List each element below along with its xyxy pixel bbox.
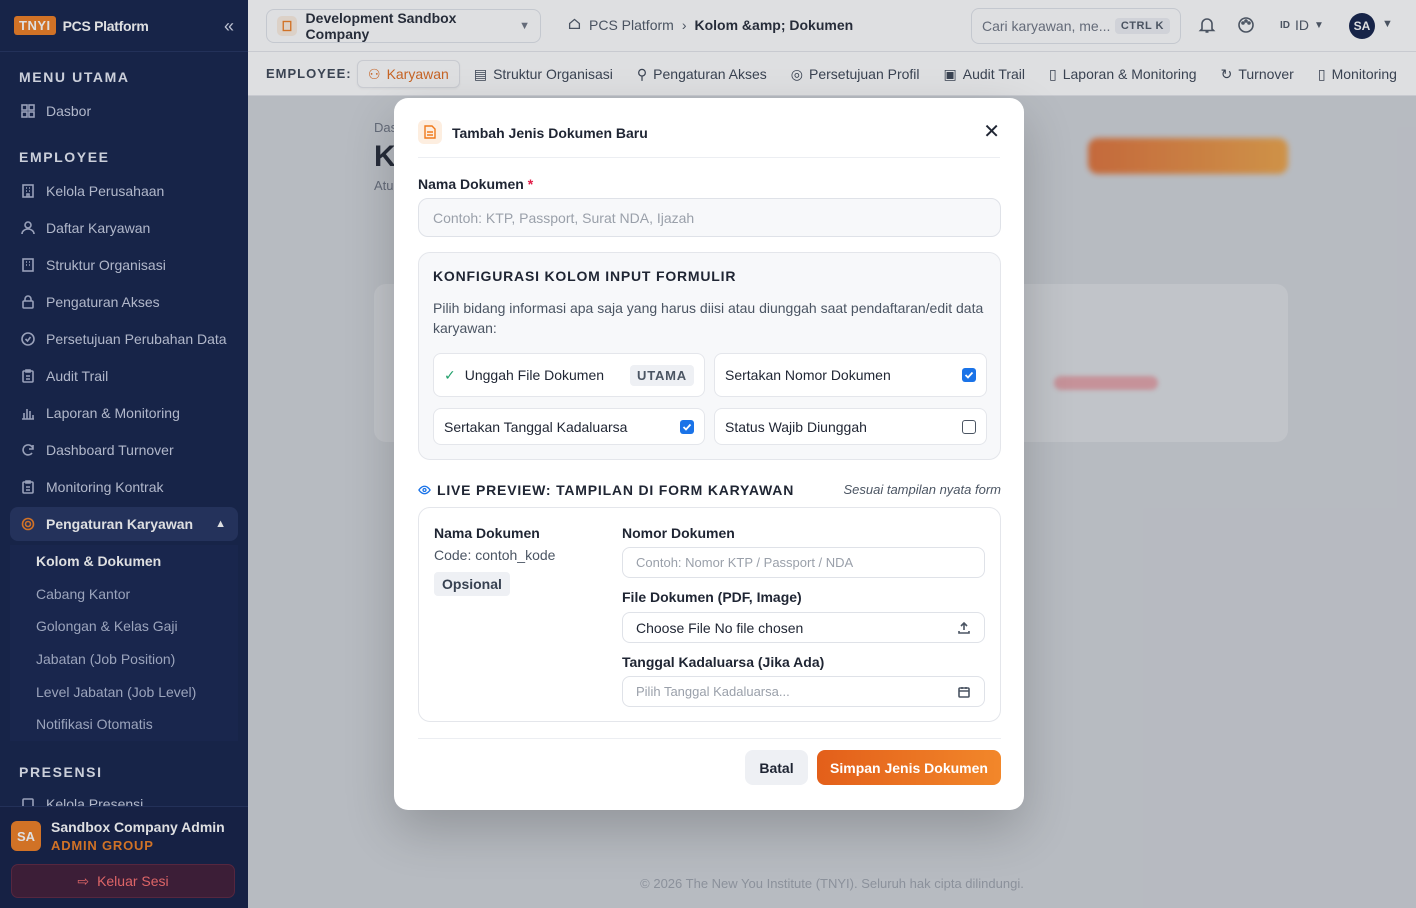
option-label: Status Wajib Diunggah bbox=[725, 418, 867, 435]
option-mandatory[interactable]: Status Wajib Diunggah bbox=[714, 408, 987, 445]
mandatory-checkbox[interactable] bbox=[962, 419, 976, 434]
optional-badge: Opsional bbox=[434, 572, 510, 596]
cancel-button[interactable]: Batal bbox=[745, 750, 808, 785]
include-expiry-checkbox[interactable] bbox=[680, 419, 694, 434]
preview-number-input[interactable]: Contoh: Nomor KTP / Passport / NDA bbox=[622, 547, 985, 578]
preview-note: Sesuai tampilan nyata form bbox=[843, 482, 1001, 497]
name-label-text: Nama Dokumen bbox=[418, 176, 524, 192]
upload-icon bbox=[957, 621, 971, 635]
preview-file-input[interactable]: Choose File No file chosen bbox=[622, 612, 985, 643]
modal-footer-divider bbox=[418, 738, 1001, 739]
document-name-input[interactable]: Contoh: KTP, Passport, Surat NDA, Ijazah bbox=[418, 198, 1001, 237]
file-input-text: Choose File No file chosen bbox=[636, 619, 804, 636]
expiry-placeholder: Pilih Tanggal Kadaluarsa... bbox=[636, 684, 790, 699]
save-document-type-button[interactable]: Simpan Jenis Dokumen bbox=[817, 750, 1001, 785]
check-icon: ✓ bbox=[444, 366, 456, 383]
eye-icon bbox=[418, 482, 431, 498]
config-description: Pilih bidang informasi apa saja yang har… bbox=[433, 300, 984, 336]
live-preview-box: Nama Dokumen Code: contoh_kode Opsional … bbox=[418, 507, 1001, 722]
option-include-number[interactable]: Sertakan Nomor Dokumen bbox=[714, 353, 987, 397]
option-include-expiry[interactable]: Sertakan Tanggal Kadaluarsa bbox=[433, 408, 705, 445]
config-panel: KONFIGURASI KOLOM INPUT FORMULIR Pilih b… bbox=[418, 252, 1001, 460]
primary-tag: UTAMA bbox=[630, 364, 694, 386]
option-label: Sertakan Nomor Dokumen bbox=[725, 367, 891, 383]
preview-doc-code: Code: contoh_kode bbox=[434, 547, 556, 563]
config-title: KONFIGURASI KOLOM INPUT FORMULIR bbox=[433, 268, 737, 284]
add-document-type-modal: Tambah Jenis Dokumen Baru ✕ Nama Dokumen… bbox=[394, 98, 1024, 810]
preview-title: LIVE PREVIEW: TAMPILAN DI FORM KARYAWAN bbox=[418, 482, 794, 498]
preview-expiry-input[interactable]: Pilih Tanggal Kadaluarsa... bbox=[622, 676, 985, 707]
preview-file-label: File Dokumen (PDF, Image) bbox=[622, 589, 802, 605]
name-label: Nama Dokumen * bbox=[418, 176, 533, 192]
preview-number-label: Nomor Dokumen bbox=[622, 525, 735, 541]
preview-title-text: LIVE PREVIEW: TAMPILAN DI FORM KARYAWAN bbox=[437, 482, 795, 498]
modal-header: Tambah Jenis Dokumen Baru ✕ bbox=[418, 120, 1000, 158]
option-label: Sertakan Tanggal Kadaluarsa bbox=[444, 418, 628, 435]
preview-doc-name: Nama Dokumen bbox=[434, 525, 540, 541]
document-icon bbox=[418, 120, 442, 144]
modal-title: Tambah Jenis Dokumen Baru bbox=[452, 125, 648, 141]
required-mark: * bbox=[527, 176, 534, 192]
calendar-icon bbox=[957, 685, 971, 699]
preview-expiry-label: Tanggal Kadaluarsa (Jika Ada) bbox=[622, 654, 825, 670]
option-label: Unggah File Dokumen bbox=[464, 367, 605, 383]
include-number-checkbox[interactable] bbox=[962, 368, 976, 382]
close-icon[interactable]: ✕ bbox=[983, 122, 1000, 142]
option-upload-file: ✓ Unggah File Dokumen UTAMA bbox=[433, 353, 705, 397]
